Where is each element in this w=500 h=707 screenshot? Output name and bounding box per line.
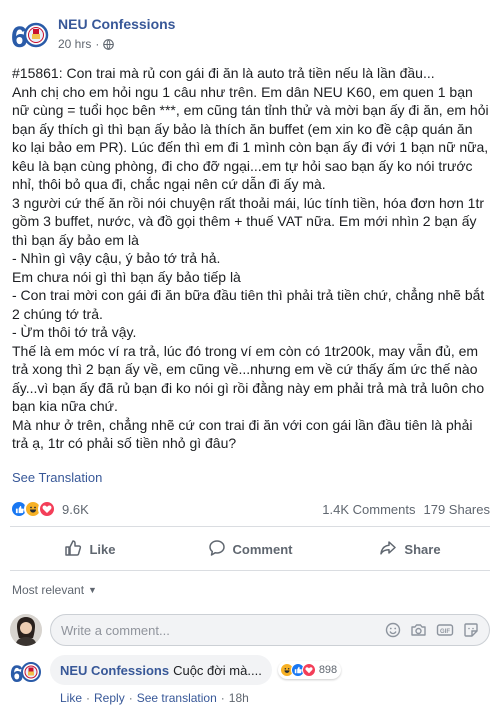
comment-input[interactable] xyxy=(61,622,376,638)
comment-actions: Like · Reply · See translation · 18h xyxy=(60,691,490,705)
reaction-count: 9.6K xyxy=(62,501,89,517)
like-label: Like xyxy=(89,541,116,557)
camera-icon[interactable] xyxy=(410,622,427,638)
comment-author-avatar[interactable]: 6 xyxy=(10,655,42,687)
post-timestamp[interactable]: 20 hrs xyxy=(58,36,91,52)
comment-reaction-count: 898 xyxy=(318,664,338,676)
comment-author-link[interactable]: NEU Confessions xyxy=(60,663,169,678)
separator-dot: · xyxy=(86,691,91,705)
gif-icon[interactable]: GIF xyxy=(436,622,454,638)
divider xyxy=(10,526,490,527)
sort-label: Most relevant xyxy=(12,583,85,597)
page-logo[interactable]: 6 xyxy=(10,13,50,53)
separator-dot: · xyxy=(220,691,225,705)
thumbs-up-icon xyxy=(64,539,89,560)
comment-reactions[interactable]: 898 xyxy=(277,661,342,679)
comments-count-link[interactable]: 1.4K Comments xyxy=(322,502,415,517)
post-paragraph: 3 người cứ thế ăn rồi nói chuyện rất tho… xyxy=(12,194,484,248)
post-body: #15861: Con trai mà rủ con gái đi ăn là … xyxy=(12,64,490,453)
comment-bubble: NEU Confessions Cuộc đời mà.... xyxy=(50,655,272,685)
comment-sort-dropdown[interactable]: Most relevant ▼ xyxy=(12,583,97,597)
svg-text:GIF: GIF xyxy=(440,629,450,635)
separator-dot: · xyxy=(128,691,133,705)
like-button[interactable]: Like xyxy=(10,532,170,566)
post-paragraph: Thế là em móc ví ra trả, lúc đó trong ví… xyxy=(12,342,485,415)
post-paragraph: - Con trai mời con gái đi ăn bữa đầu tiê… xyxy=(12,287,485,322)
comment-like-link[interactable]: Like xyxy=(60,691,82,705)
separator-dot: · xyxy=(95,36,100,51)
post-paragraph: Mà như ở trên, chẳng nhẽ cứ con trai đi … xyxy=(12,416,473,452)
reactions-summary: 9.6K 1.4K Comments 179 Shares xyxy=(10,500,490,518)
see-translation-link[interactable]: See Translation xyxy=(12,470,102,485)
love-reaction-icon xyxy=(38,500,56,518)
reactions-count-button[interactable]: 9.6K xyxy=(10,500,89,518)
caret-down-icon: ▼ xyxy=(88,585,97,595)
comment-button[interactable]: Comment xyxy=(170,532,330,566)
comment-text: Cuộc đời mà.... xyxy=(173,662,262,678)
facebook-post: 6 NEU Confessions 20 hrs · #15861: Con t… xyxy=(0,0,500,707)
divider xyxy=(10,570,490,571)
sticker-icon[interactable] xyxy=(463,622,479,638)
post-header: 6 NEU Confessions 20 hrs · xyxy=(10,10,175,56)
comment-icon xyxy=(208,539,233,560)
smiley-icon[interactable] xyxy=(385,622,401,638)
comment-composer: GIF xyxy=(10,614,490,646)
comment-box: GIF xyxy=(50,614,490,646)
comment-item: 6 NEU Confessions Cuộc đời mà.... 898 Li… xyxy=(10,655,490,705)
page-name-link[interactable]: NEU Confessions xyxy=(58,15,175,33)
share-icon xyxy=(379,539,404,560)
post-paragraph: #15861: Con trai mà rủ con gái đi ăn là … xyxy=(12,65,435,81)
comment-label: Comment xyxy=(232,541,293,557)
globe-icon xyxy=(103,38,115,50)
user-avatar[interactable] xyxy=(10,614,42,646)
shares-count-link[interactable]: 179 Shares xyxy=(424,502,491,517)
comment-reply-link[interactable]: Reply xyxy=(94,691,125,705)
post-paragraph: Anh chị cho em hỏi ngu 1 câu như trên. E… xyxy=(12,83,489,193)
post-paragraph: Em chưa nói gì thì bạn ấy bảo tiếp là xyxy=(12,268,241,285)
comment-see-translation-link[interactable]: See translation xyxy=(137,691,217,705)
comment-timestamp[interactable]: 18h xyxy=(229,691,249,705)
post-paragraph: - Ừm thôi tớ trả vậy. xyxy=(12,324,137,340)
love-reaction-icon xyxy=(301,663,316,677)
post-paragraph: - Nhìn gì vậy cậu, ý bảo tớ trả hả. xyxy=(12,250,221,266)
share-button[interactable]: Share xyxy=(330,532,490,566)
post-actions-bar: Like Comment Share xyxy=(10,532,490,566)
share-label: Share xyxy=(404,541,441,557)
